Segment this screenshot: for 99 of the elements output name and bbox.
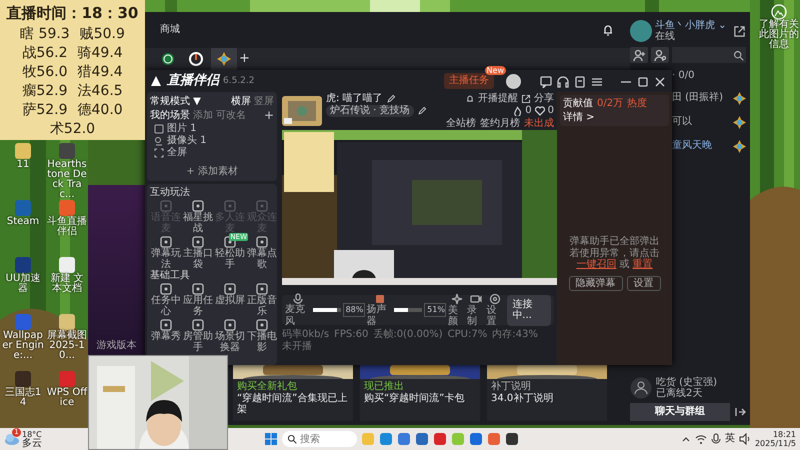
app-version: 6.5.2.2 bbox=[223, 76, 254, 86]
source-item[interactable]: 全屏 bbox=[167, 147, 187, 159]
tool-button[interactable]: 任务中心 bbox=[150, 283, 182, 317]
tool-button[interactable]: 正版音乐 bbox=[246, 283, 278, 317]
input-method[interactable]: 英 bbox=[724, 433, 735, 445]
status-text: 丢帧:0(0.00%) bbox=[373, 329, 443, 340]
help-text: 若使用异常，请点击 一键召回 或 重置 bbox=[568, 248, 660, 270]
status-text: CPU:7% bbox=[448, 329, 488, 340]
stat-text: 牧56.0 bbox=[22, 64, 68, 80]
weather-text: 多云 bbox=[22, 438, 42, 448]
news-title[interactable]: 购买“穿越时间流”卡包 bbox=[364, 392, 476, 404]
add-scene-button[interactable]: + bbox=[264, 109, 274, 123]
friend-name[interactable]: 可以 bbox=[672, 116, 692, 128]
volume-reading: 88% bbox=[342, 303, 365, 317]
temperature: 18°C bbox=[22, 430, 42, 438]
stat-text: 术52.0 bbox=[50, 120, 96, 137]
tool-button[interactable]: 房管助手 bbox=[182, 319, 214, 353]
tool-button[interactable]: 场景切换器 bbox=[214, 319, 246, 353]
status-text: 未开播 bbox=[282, 340, 312, 352]
toolbar-button[interactable]: 录制 bbox=[467, 292, 484, 328]
connect-button[interactable]: 连接中... bbox=[507, 294, 551, 326]
mic-label: 麦克风 bbox=[285, 304, 306, 327]
new-badge: New bbox=[484, 66, 506, 76]
nav-link[interactable]: 商城 bbox=[160, 24, 180, 36]
tool-button[interactable]: 虚拟屏 bbox=[214, 283, 246, 317]
room-title: 虎: 喵了喵了 bbox=[326, 92, 383, 104]
version-label: 游戏版本 bbox=[96, 340, 136, 351]
volume-reading: 51% bbox=[424, 303, 446, 317]
status-text: FPS:60 bbox=[334, 329, 368, 340]
notice-button[interactable]: 设置 bbox=[626, 276, 660, 291]
status-text: 码率0kb/s bbox=[282, 329, 330, 340]
stat-text: 德40.0 bbox=[78, 102, 123, 118]
layout-tab[interactable]: 竖屏 bbox=[254, 96, 274, 108]
layout-tab[interactable]: 横屏 bbox=[231, 96, 251, 108]
tool-button[interactable]: 弹幕点歌 bbox=[246, 236, 278, 270]
friends-count: · 0/0 bbox=[672, 70, 696, 83]
stat-text: 猎49.4 bbox=[78, 64, 123, 80]
news-title[interactable]: “穿越时间流”合集现已上架 bbox=[237, 392, 349, 416]
notice-button[interactable]: 隐藏弹幕 bbox=[568, 276, 622, 291]
friend-name[interactable]: 田 (田振祥) bbox=[672, 92, 723, 104]
speaker-label: 扬声器 bbox=[366, 304, 388, 327]
news-tag: 现已推出 bbox=[364, 381, 476, 392]
recall-link[interactable]: 一键召回 bbox=[576, 259, 616, 270]
chat-button[interactable]: 聊天与群组 bbox=[630, 403, 730, 421]
tool-button[interactable]: 弹幕玩法 bbox=[150, 236, 182, 270]
tool-button[interactable]: 弹幕秀 bbox=[150, 319, 182, 353]
user-status: 在线 bbox=[655, 31, 676, 42]
stat-text: 骑49.4 bbox=[78, 44, 123, 61]
live-time-title: 直播时间：18：30 bbox=[6, 5, 140, 22]
toolbar-button[interactable]: 设置 bbox=[486, 292, 504, 328]
reset-link[interactable]: 重置 bbox=[632, 259, 653, 270]
toolbar-button[interactable]: 美颜 bbox=[448, 292, 466, 328]
tool-button[interactable]: 福星挑战 bbox=[182, 200, 214, 234]
details-link[interactable]: 详情 > bbox=[563, 112, 595, 123]
contribution-label: 贡献值 bbox=[563, 98, 593, 110]
friend-status: 已离线2天 bbox=[656, 388, 704, 400]
rank-status: 未出成 bbox=[524, 118, 554, 130]
like-count: 0 bbox=[548, 105, 554, 117]
app-name: 直播伴侣 bbox=[167, 74, 219, 88]
source-item[interactable]: 图片 1 bbox=[167, 123, 197, 135]
search-field[interactable]: 搜索 bbox=[282, 431, 357, 447]
task-button[interactable]: 主播任务 bbox=[444, 73, 494, 89]
news-title[interactable]: 34.0补丁说明 bbox=[491, 392, 603, 404]
news-tag: 补丁说明 bbox=[491, 381, 603, 392]
remind-button[interactable]: 开播提醒 bbox=[478, 92, 518, 104]
heat-label: 热度 bbox=[627, 98, 648, 110]
add-tab-button[interactable]: + bbox=[239, 52, 259, 66]
stat-text: 瞎 59.3 bbox=[20, 26, 70, 42]
category-tag[interactable]: 炉石传说 · 竞技场 bbox=[326, 105, 414, 117]
status-text: 内存:43% bbox=[492, 329, 538, 340]
tool-button[interactable]: 应用任务 bbox=[182, 283, 214, 317]
stat-text: 萨52.9 bbox=[22, 102, 68, 118]
tool-button[interactable]: 下播电影 bbox=[246, 319, 278, 353]
clock-date: 2025/11/5 bbox=[754, 439, 796, 448]
section-title: 互动玩法 bbox=[150, 187, 191, 200]
rank-link[interactable]: 签约月榜 bbox=[480, 118, 520, 130]
user-name[interactable]: 斗鱼丶小胖虎 ⌄ bbox=[655, 20, 727, 31]
scene-link[interactable]: 可改名 bbox=[216, 110, 246, 122]
add-source-button[interactable]: + 添加素材 bbox=[150, 165, 274, 178]
news-tag: 购买全新礼包 bbox=[237, 381, 349, 392]
share-button[interactable]: 分享 bbox=[534, 92, 554, 104]
contribution-value: 0/2万 bbox=[597, 98, 624, 110]
info-label: 了解有关此图片的信息 bbox=[758, 20, 800, 50]
heat-count: 0 bbox=[525, 105, 532, 117]
scene-link[interactable]: 添加 bbox=[193, 110, 213, 122]
stat-text: 贼50.9 bbox=[80, 26, 125, 42]
stat-text: 法46.5 bbox=[78, 82, 123, 99]
mode-dropdown[interactable]: 常规模式 ▼ bbox=[150, 96, 201, 108]
section-title: 基础工具 bbox=[150, 270, 191, 283]
tool-button[interactable]: 主播口袋 bbox=[182, 236, 214, 270]
clock-time: 18:21 bbox=[772, 430, 796, 439]
section-title: 我的场景 bbox=[150, 110, 190, 122]
source-item[interactable]: 摄像头 1 bbox=[167, 135, 207, 147]
friend-name[interactable]: 吃货 (史宝强) bbox=[656, 376, 717, 388]
notice-title: 弹幕助手已全部弹出 bbox=[568, 236, 660, 248]
rank-link[interactable]: 全站榜 bbox=[446, 118, 476, 130]
stat-text: 瘸52.9 bbox=[22, 82, 68, 99]
stat-text: 战56.2 bbox=[22, 44, 68, 61]
friend-name[interactable]: 童风天晚 bbox=[672, 140, 712, 152]
